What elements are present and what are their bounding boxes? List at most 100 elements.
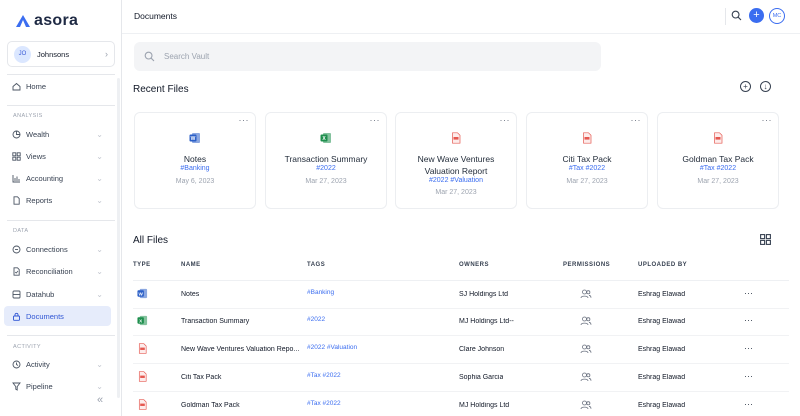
file-tags[interactable]: #Banking xyxy=(307,289,334,296)
account-name: Johnsons xyxy=(37,49,70,59)
card-file-tags[interactable]: #2022 #Valuation xyxy=(400,177,512,184)
download-icon[interactable]: ↓ xyxy=(760,81,771,92)
excel-icon: X xyxy=(137,315,148,328)
file-tags[interactable]: #Tax #2022 xyxy=(307,372,341,379)
card-file-name: New Wave Ventures Valuation Report xyxy=(417,154,495,176)
file-name[interactable]: Notes xyxy=(181,291,301,298)
more-options-icon[interactable]: ··· xyxy=(744,288,753,298)
table-row[interactable]: X Transaction Summary #2022 MJ Holdings … xyxy=(133,308,789,336)
users-icon[interactable] xyxy=(580,400,592,412)
nav-item-datahub[interactable]: Datahub ⌄ xyxy=(4,284,111,304)
column-header-name[interactable]: NAME xyxy=(181,262,201,268)
more-options-icon[interactable]: ··· xyxy=(762,115,773,125)
chevron-down-icon[interactable]: ⌄ xyxy=(96,360,103,369)
asora-logo-icon xyxy=(16,15,30,27)
chevron-down-icon[interactable]: ⌄ xyxy=(96,267,103,276)
table-row[interactable]: Citi Tax Pack #Tax #2022 Sophia Garcia E… xyxy=(133,364,789,392)
nav-item-wealth[interactable]: Wealth ⌄ xyxy=(4,124,111,144)
nav-label: Pipeline xyxy=(26,381,53,391)
all-files-title: All Files xyxy=(133,235,169,246)
nav-item-documents[interactable]: Documents xyxy=(4,306,111,326)
page-title: Documents xyxy=(134,11,177,21)
account-switcher[interactable]: JO Johnsons › xyxy=(7,41,115,67)
brand-logo[interactable]: asora xyxy=(16,12,78,30)
card-file-tags[interactable]: #Tax #2022 xyxy=(662,165,774,172)
search-input[interactable] xyxy=(164,52,564,61)
divider xyxy=(7,74,115,75)
more-options-icon[interactable]: ··· xyxy=(631,115,642,125)
nav-item-reconciliation[interactable]: Reconciliation ⌄ xyxy=(4,261,111,281)
card-file-name: Transaction Summary xyxy=(284,154,368,164)
collapse-sidebar-icon[interactable]: « xyxy=(97,394,103,406)
more-options-icon[interactable]: ··· xyxy=(744,315,753,325)
more-options-icon[interactable]: ··· xyxy=(239,115,250,125)
file-name[interactable]: New Wave Ventures Valuation Repo... xyxy=(181,346,301,353)
user-avatar[interactable]: MC xyxy=(769,8,785,24)
recent-file-card[interactable]: ··· X Transaction Summary #2022 Mar 27, … xyxy=(265,112,387,209)
grid-view-icon[interactable] xyxy=(760,234,771,247)
more-options-icon[interactable]: ··· xyxy=(500,115,511,125)
svg-text:W: W xyxy=(191,136,196,142)
recent-file-card[interactable]: ··· Goldman Tax Pack #Tax #2022 Mar 27, … xyxy=(657,112,779,209)
pdf-icon xyxy=(450,132,462,146)
chevron-down-icon[interactable]: ⌄ xyxy=(96,130,103,139)
column-header-owners[interactable]: OWNERS xyxy=(459,262,489,268)
file-name[interactable]: Goldman Tax Pack xyxy=(181,402,301,409)
table-row[interactable]: Goldman Tax Pack #Tax #2022 MJ Holdings … xyxy=(133,392,789,416)
pdf-icon xyxy=(137,371,148,384)
nav-item-reports[interactable]: Reports ⌄ xyxy=(4,190,111,210)
file-tags[interactable]: #2022 xyxy=(307,316,325,323)
file-owners: Sophia Garcia xyxy=(459,374,504,381)
recent-file-card[interactable]: ··· Citi Tax Pack #Tax #2022 Mar 27, 202… xyxy=(526,112,648,209)
chevron-down-icon[interactable]: ⌄ xyxy=(96,196,103,205)
vault-search[interactable] xyxy=(134,42,601,71)
search-icon[interactable] xyxy=(731,10,742,23)
add-button[interactable]: + xyxy=(749,8,764,23)
users-icon[interactable] xyxy=(580,372,592,384)
divider xyxy=(7,335,115,336)
nav-item-pipeline[interactable]: Pipeline ⌄ xyxy=(4,376,111,396)
users-icon[interactable] xyxy=(580,289,592,301)
recent-file-card[interactable]: ··· New Wave Ventures Valuation Report #… xyxy=(395,112,517,209)
chevron-down-icon[interactable]: ⌄ xyxy=(96,174,103,183)
pdf-icon xyxy=(137,343,148,356)
sidebar: asora JO Johnsons › Home ANALYSIS Wealth… xyxy=(0,0,122,416)
column-header-permissions[interactable]: PERMISSIONS xyxy=(563,262,610,268)
users-icon[interactable] xyxy=(580,344,592,356)
column-header-uploaded-by[interactable]: UPLOADED BY xyxy=(638,262,687,268)
word-icon: W xyxy=(137,288,148,301)
nav-item-accounting[interactable]: Accounting ⌄ xyxy=(4,168,111,188)
add-file-icon[interactable]: + xyxy=(740,81,751,92)
chevron-down-icon[interactable]: ⌄ xyxy=(96,245,103,254)
file-uploaded-by: Eshrag Elawad xyxy=(638,318,686,325)
sidebar-scrollbar[interactable] xyxy=(117,78,120,398)
nav-item-activity[interactable]: Activity ⌄ xyxy=(4,354,111,374)
recent-file-card[interactable]: ··· W Notes #Banking May 6, 2023 xyxy=(134,112,256,209)
file-name[interactable]: Citi Tax Pack xyxy=(181,374,301,381)
column-header-tags[interactable]: TAGS xyxy=(307,262,325,268)
card-file-tags[interactable]: #2022 xyxy=(270,165,382,172)
file-tags[interactable]: #2022 #Valuation xyxy=(307,344,357,351)
card-file-tags[interactable]: #Banking xyxy=(139,165,251,172)
card-file-tags[interactable]: #Tax #2022 xyxy=(531,165,643,172)
more-options-icon[interactable]: ··· xyxy=(744,371,753,381)
column-header-type[interactable]: TYPE xyxy=(133,262,151,268)
chevron-down-icon[interactable]: ⌄ xyxy=(96,290,103,299)
nav-item-home[interactable]: Home xyxy=(4,76,111,96)
nav-item-connections[interactable]: Connections ⌄ xyxy=(4,239,111,259)
users-icon[interactable] xyxy=(580,316,592,328)
file-name[interactable]: Transaction Summary xyxy=(181,318,301,325)
search-icon xyxy=(144,51,155,62)
chevron-down-icon[interactable]: ⌄ xyxy=(96,152,103,161)
card-file-name: Goldman Tax Pack xyxy=(682,154,754,164)
file-owners: MJ Holdings Ltd-- xyxy=(459,318,514,325)
more-options-icon[interactable]: ··· xyxy=(744,399,753,409)
nav-item-views[interactable]: Views ⌄ xyxy=(4,146,111,166)
more-options-icon[interactable]: ··· xyxy=(370,115,381,125)
file-tags[interactable]: #Tax #2022 xyxy=(307,400,341,407)
chevron-down-icon[interactable]: ⌄ xyxy=(96,382,103,391)
more-options-icon[interactable]: ··· xyxy=(744,343,753,353)
table-row[interactable]: W Notes #Banking SJ Holdings Ltd Eshrag … xyxy=(133,281,789,309)
table-row[interactable]: New Wave Ventures Valuation Repo... #202… xyxy=(133,336,789,364)
grid-icon xyxy=(12,151,21,161)
